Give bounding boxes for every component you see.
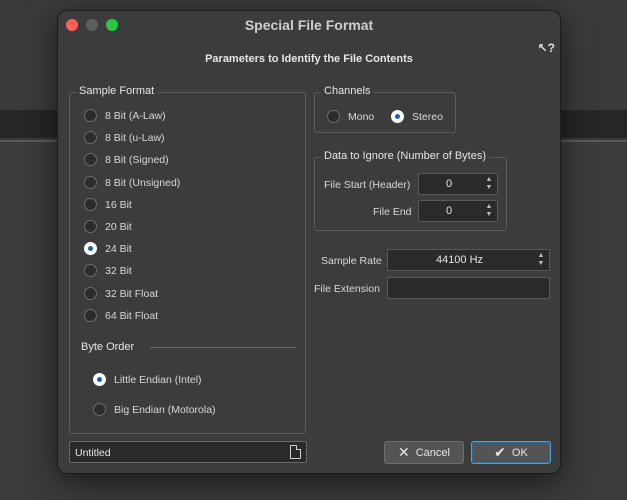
file-extension-input[interactable] xyxy=(387,277,550,299)
channels-group: Channels Mono Stereo xyxy=(314,85,456,133)
dialog-subtitle: Parameters to Identify the File Contents xyxy=(205,53,413,65)
byte-order-title: Byte Order xyxy=(81,341,135,353)
file-end-value: 0 xyxy=(445,205,453,217)
sample-rate-value: 44100 Hz xyxy=(435,254,484,266)
radio-button[interactable] xyxy=(84,287,97,300)
data-to-ignore-group: Data to Ignore (Number of Bytes) File St… xyxy=(314,150,507,231)
radio-button[interactable] xyxy=(84,264,97,277)
radio-label: 24 Bit xyxy=(105,242,132,255)
radio-label: 32 Bit Float xyxy=(105,287,159,300)
sample-rate-label: Sample Rate xyxy=(321,255,382,267)
radio-button-selected[interactable] xyxy=(391,110,404,123)
close-x-icon: ✕ xyxy=(398,444,410,460)
radio-32bit-float[interactable]: 32 Bit Float xyxy=(84,287,158,300)
radio-button[interactable] xyxy=(84,309,97,322)
radio-label: 20 Bit xyxy=(105,220,132,233)
radio-button[interactable] xyxy=(84,153,97,166)
radio-64bit-float[interactable]: 64 Bit Float xyxy=(84,309,158,322)
radio-16bit[interactable]: 16 Bit xyxy=(84,198,132,211)
document-icon[interactable] xyxy=(290,445,301,459)
stepper-arrows-icon[interactable]: ▲ ▼ xyxy=(536,252,546,268)
radio-button[interactable] xyxy=(93,403,106,416)
radio-label: Mono xyxy=(348,110,375,123)
byte-order-divider xyxy=(150,347,296,348)
radio-button[interactable] xyxy=(84,220,97,233)
radio-8bit-unsigned[interactable]: 8 Bit (Unsigned) xyxy=(84,176,180,189)
radio-24bit[interactable]: 24 Bit xyxy=(84,242,132,255)
checkmark-icon: ✔ xyxy=(494,444,506,460)
radio-label: 8 Bit (Signed) xyxy=(105,153,169,166)
titlebar: Special File Format xyxy=(58,11,560,39)
sample-format-title: Sample Format xyxy=(76,85,158,97)
radio-8bit-alaw[interactable]: 8 Bit (A-Law) xyxy=(84,109,166,122)
ok-button[interactable]: ✔ OK xyxy=(471,441,551,464)
ok-button-label: OK xyxy=(511,446,528,459)
stepper-arrows-icon[interactable]: ▲ ▼ xyxy=(484,176,494,192)
radio-8bit-signed[interactable]: 8 Bit (Signed) xyxy=(84,153,169,166)
file-extension-label: File Extension xyxy=(314,283,380,295)
radio-mono[interactable]: Mono xyxy=(327,110,374,123)
preset-name-input[interactable]: Untitled xyxy=(69,441,307,463)
radio-8bit-ulaw[interactable]: 8 Bit (u-Law) xyxy=(84,131,165,144)
radio-label: 8 Bit (A-Law) xyxy=(105,109,166,122)
radio-label: 32 Bit xyxy=(105,264,132,277)
radio-button[interactable] xyxy=(84,198,97,211)
radio-big-endian[interactable]: Big Endian (Motorola) xyxy=(93,403,216,416)
radio-label: Stereo xyxy=(412,110,443,123)
radio-button[interactable] xyxy=(327,110,340,123)
file-start-label: File Start (Header) xyxy=(324,179,411,191)
radio-label: Little Endian (Intel) xyxy=(114,373,202,386)
radio-label: 64 Bit Float xyxy=(105,309,159,322)
file-start-stepper[interactable]: 0 ▲ ▼ xyxy=(418,173,498,195)
stepper-arrows-icon[interactable]: ▲ ▼ xyxy=(484,203,494,219)
dialog-title: Special File Format xyxy=(244,17,374,33)
radio-button-selected[interactable] xyxy=(84,242,97,255)
sample-format-group: Sample Format 8 Bit (A-Law) 8 Bit (u-Law… xyxy=(69,85,306,434)
radio-20bit[interactable]: 20 Bit xyxy=(84,220,132,233)
radio-little-endian[interactable]: Little Endian (Intel) xyxy=(93,373,202,386)
cancel-button-label: Cancel xyxy=(415,446,450,459)
radio-32bit[interactable]: 32 Bit xyxy=(84,264,132,277)
radio-label: 8 Bit (Unsigned) xyxy=(105,176,181,189)
radio-button[interactable] xyxy=(84,131,97,144)
file-start-value: 0 xyxy=(445,178,453,190)
preset-name-value: Untitled xyxy=(75,447,111,459)
sample-rate-stepper[interactable]: 44100 Hz ▲ ▼ xyxy=(387,249,550,271)
file-end-stepper[interactable]: 0 ▲ ▼ xyxy=(418,200,498,222)
special-file-format-dialog: Special File Format ↖? Parameters to Ide… xyxy=(57,10,561,474)
radio-button[interactable] xyxy=(84,109,97,122)
channels-title: Channels xyxy=(321,85,374,97)
radio-button[interactable] xyxy=(84,176,97,189)
radio-stereo[interactable]: Stereo xyxy=(391,110,443,123)
radio-label: Big Endian (Motorola) xyxy=(114,403,216,416)
file-end-label: File End xyxy=(373,206,412,218)
radio-label: 8 Bit (u-Law) xyxy=(105,131,165,144)
radio-button-selected[interactable] xyxy=(93,373,106,386)
radio-label: 16 Bit xyxy=(105,198,132,211)
cancel-button[interactable]: ✕ Cancel xyxy=(384,441,464,464)
data-to-ignore-title: Data to Ignore (Number of Bytes) xyxy=(321,150,490,162)
